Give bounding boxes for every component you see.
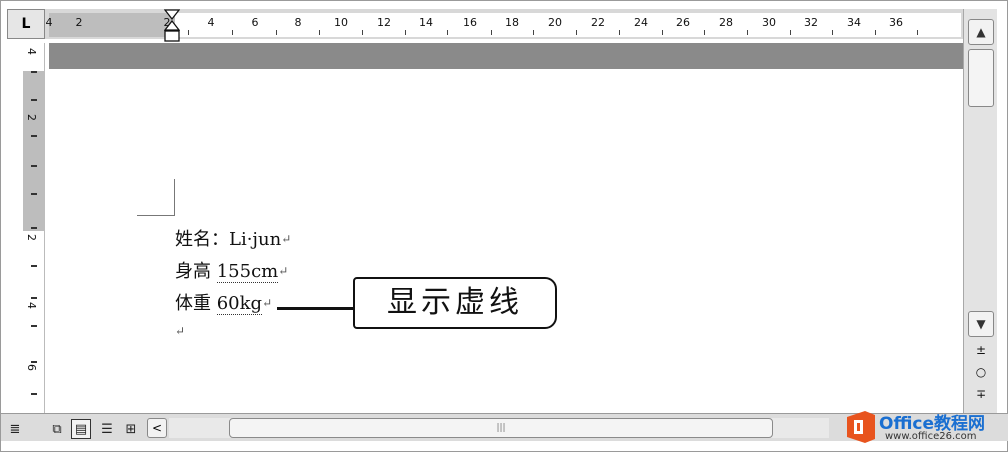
ruler-label: 10 (334, 16, 348, 29)
ruler-label: 4 (45, 16, 53, 29)
paragraph-mark-icon: ↵ (278, 264, 289, 278)
ruler-tick (619, 30, 620, 35)
reading-layout-icon[interactable]: ⊞ (121, 419, 141, 439)
scroll-down-icon[interactable]: ▼ (968, 311, 994, 337)
print-layout-icon[interactable]: ▤ (71, 419, 91, 439)
doc-line-name[interactable]: 姓名：Li·jun↵ (175, 225, 291, 251)
outline-view-icon[interactable]: ☰ (97, 419, 117, 439)
select-browse-object-icon[interactable]: ○ (974, 365, 988, 383)
paragraph-mark-icon: ↵ (281, 232, 292, 246)
vertical-ruler-tick (31, 361, 37, 363)
ruler-tick (576, 30, 577, 35)
ruler-margin-shade (49, 13, 175, 37)
ruler-tick (319, 30, 320, 35)
vertical-ruler-tick (31, 71, 37, 73)
vertical-ruler-label: 4 (25, 302, 38, 309)
ruler-tick (790, 30, 791, 35)
ruler-tick (662, 30, 663, 35)
ruler-label: 18 (505, 16, 519, 29)
ruler-tick (405, 30, 406, 35)
callout-label: 显示虚线 (353, 277, 557, 329)
word-window: L 4 2 2 4 6 8 10 12 14 16 18 20 22 24 26 28 30 32 34 36 422… (0, 0, 1008, 452)
horizontal-ruler[interactable]: 4 2 2 4 6 8 10 12 14 16 18 20 22 24 26 28 30 32 34 36 (45, 13, 961, 37)
ruler-tick (491, 30, 492, 35)
ruler-tick (447, 30, 448, 35)
vertical-ruler-label: 4 (25, 48, 38, 55)
ruler-label: 6 (251, 16, 259, 29)
ruler-tick (747, 30, 748, 35)
vertical-ruler-tick (31, 99, 37, 101)
vertical-ruler[interactable]: 4 2 2 4 6 (23, 43, 45, 415)
vertical-scrollbar[interactable]: ▲ ▼ ± ○ ∓ (963, 9, 997, 413)
ruler-label: 12 (377, 16, 391, 29)
ruler-tick (362, 30, 363, 35)
doc-line-weight[interactable]: 体重 60kg↵ (175, 289, 272, 315)
scroll-up-icon[interactable]: ▲ (968, 19, 994, 45)
ruler-tick (704, 30, 705, 35)
ruler-tick (533, 30, 534, 35)
paragraph-mark-icon: ↵ (175, 324, 186, 338)
web-layout-icon[interactable]: ⧉ (47, 419, 67, 439)
vertical-scroll-thumb[interactable] (968, 49, 994, 107)
ruler-tick (832, 30, 833, 35)
vertical-ruler-tick (31, 165, 37, 167)
doc-line-empty[interactable]: ↵ (175, 321, 185, 342)
indent-marker-icon[interactable] (164, 9, 180, 43)
vertical-ruler-tick (31, 227, 37, 229)
ruler-tick (875, 30, 876, 35)
weight-value: 60kg (216, 293, 263, 315)
tab-selector-button[interactable]: L (7, 9, 45, 39)
ruler-label: 2 (75, 16, 83, 29)
page-top-margin-band (49, 43, 963, 69)
weight-label: 体重 (175, 293, 211, 314)
ruler-label: 30 (762, 16, 776, 29)
vertical-ruler-label: 2 (25, 114, 38, 121)
document-page[interactable]: 姓名：Li·jun↵ 身高 155cm↵ 体重 60kg↵ ↵ (49, 69, 963, 415)
ruler-label: 14 (419, 16, 433, 29)
height-label: 身高 (175, 261, 211, 282)
ruler-label: 4 (207, 16, 215, 29)
next-page-icon[interactable]: ∓ (974, 387, 988, 405)
paragraph-mark-icon: ↵ (262, 296, 273, 310)
vertical-ruler-tick (31, 325, 37, 327)
ruler-label: 24 (634, 16, 648, 29)
name-text: 姓名：Li·jun (175, 229, 282, 250)
vertical-ruler-tick (31, 393, 37, 395)
ruler-tick (188, 30, 189, 35)
ruler-label: 16 (463, 16, 477, 29)
vertical-ruler-tick (31, 297, 37, 299)
ruler-label: 34 (847, 16, 861, 29)
normal-view-icon[interactable]: ≣ (5, 419, 25, 439)
ruler-label: 20 (548, 16, 562, 29)
callout-leader-line (277, 307, 353, 310)
previous-page-icon[interactable]: ± (974, 343, 988, 361)
height-value: 155cm (216, 261, 279, 283)
ruler-label: 32 (804, 16, 818, 29)
vertical-ruler-margin-shade (23, 71, 45, 231)
doc-line-height[interactable]: 身高 155cm↵ (175, 257, 288, 283)
watermark-url: www.office26.com (885, 431, 977, 442)
vertical-ruler-label: 6 (25, 364, 38, 371)
text-boundary-corner (174, 179, 175, 216)
scroll-left-icon[interactable]: < (147, 418, 167, 438)
vertical-ruler-tick (31, 265, 37, 267)
horizontal-scroll-thumb[interactable]: ||| (229, 418, 773, 438)
ruler-label: 36 (889, 16, 903, 29)
ruler-tick (917, 30, 918, 35)
vertical-ruler-tick (31, 135, 37, 137)
ruler-label: 26 (676, 16, 690, 29)
vertical-ruler-label: 2 (25, 234, 38, 241)
ruler-label: 8 (294, 16, 302, 29)
ruler-tick (276, 30, 277, 35)
office-logo-icon (847, 411, 875, 443)
ruler-tick (232, 30, 233, 35)
ruler-label: 28 (719, 16, 733, 29)
ruler-label: 22 (591, 16, 605, 29)
text-boundary-corner (137, 215, 175, 216)
vertical-ruler-tick (31, 193, 37, 195)
